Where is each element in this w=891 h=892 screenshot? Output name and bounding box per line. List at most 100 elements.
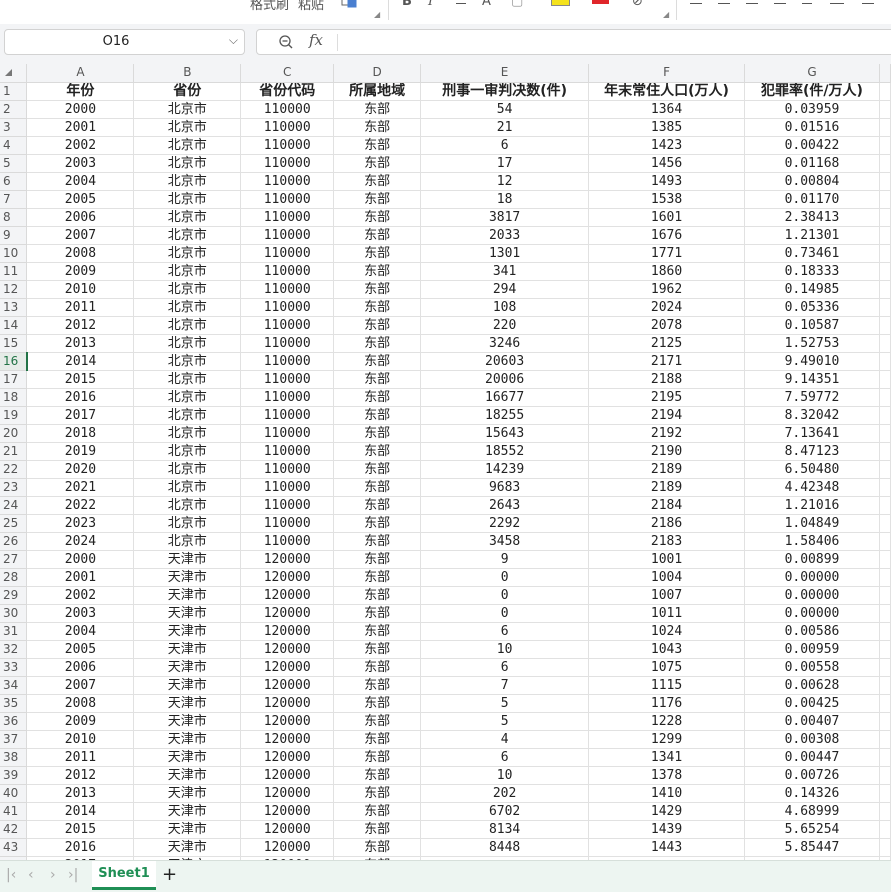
cell[interactable]: 北京市: [133, 226, 242, 245]
row-header[interactable]: 43: [0, 838, 28, 857]
column-header-g[interactable]: G: [744, 64, 880, 83]
chevron-down-icon[interactable]: ⌵: [229, 33, 238, 48]
cell[interactable]: 120000: [240, 748, 335, 767]
cell[interactable]: 120000: [240, 712, 335, 731]
cell[interactable]: [879, 244, 891, 263]
cell[interactable]: 2015: [26, 370, 135, 389]
table-row[interactable]: 34 2007 天津市 120000 东部 7 1115 0.00628: [0, 676, 891, 695]
cell[interactable]: 天津市: [133, 784, 242, 803]
cell[interactable]: 东部: [333, 136, 422, 155]
cell[interactable]: 2183: [588, 532, 746, 551]
cell[interactable]: 2008: [26, 244, 135, 263]
cell[interactable]: 4.68999: [744, 802, 880, 821]
cell[interactable]: 120000: [240, 550, 335, 569]
cell[interactable]: 1385: [588, 118, 746, 137]
cell[interactable]: 2014: [26, 352, 135, 371]
cell[interactable]: 110000: [240, 226, 335, 245]
table-row[interactable]: 15 2013 北京市 110000 东部 3246 2125 1.52753: [0, 334, 891, 353]
cell[interactable]: [879, 838, 891, 857]
font-color-a-icon[interactable]: A: [482, 0, 491, 9]
cell[interactable]: 110000: [240, 298, 335, 317]
row-header[interactable]: 35: [0, 694, 28, 713]
cell[interactable]: 1043: [588, 640, 746, 659]
cell[interactable]: 110000: [240, 280, 335, 299]
cell[interactable]: [879, 586, 891, 605]
cell[interactable]: 1676: [588, 226, 746, 245]
cell[interactable]: 东部: [333, 658, 422, 677]
cell[interactable]: 0.03959: [744, 100, 880, 119]
cell[interactable]: 0.00628: [744, 676, 880, 695]
next-sheet-icon[interactable]: ›: [50, 867, 56, 883]
cell[interactable]: 0.01516: [744, 118, 880, 137]
cell[interactable]: 18: [420, 190, 590, 209]
table-row[interactable]: 5 2003 北京市 110000 东部 17 1456 0.01168: [0, 154, 891, 173]
cell[interactable]: 东部: [333, 568, 422, 587]
cell[interactable]: 2007: [26, 226, 135, 245]
cell[interactable]: 北京市: [133, 190, 242, 209]
cell[interactable]: [879, 334, 891, 353]
cell[interactable]: 2022: [26, 496, 135, 515]
cell[interactable]: 21: [420, 118, 590, 137]
table-row[interactable]: 39 2012 天津市 120000 东部 10 1378 0.00726: [0, 766, 891, 785]
cell[interactable]: 2010: [26, 280, 135, 299]
cell[interactable]: 4.42348: [744, 478, 880, 497]
cell[interactable]: 2189: [588, 460, 746, 479]
cell[interactable]: [879, 172, 891, 191]
cell[interactable]: 110000: [240, 424, 335, 443]
cell[interactable]: 天津市: [133, 748, 242, 767]
cell[interactable]: [879, 748, 891, 767]
cell[interactable]: 2002: [26, 136, 135, 155]
cell[interactable]: 8.47123: [744, 442, 880, 461]
cell[interactable]: 2001: [26, 118, 135, 137]
table-row[interactable]: 41 2014 天津市 120000 东部 6702 1429 4.68999: [0, 802, 891, 821]
cell[interactable]: 2190: [588, 442, 746, 461]
cell[interactable]: 1443: [588, 838, 746, 857]
cell[interactable]: 5: [420, 694, 590, 713]
cell[interactable]: 北京市: [133, 370, 242, 389]
cell[interactable]: 1228: [588, 712, 746, 731]
cell[interactable]: 2186: [588, 514, 746, 533]
clipboard-group-expand-icon[interactable]: ◢: [374, 10, 380, 19]
table-row[interactable]: 42 2015 天津市 120000 东部 8134 1439 5.65254: [0, 820, 891, 839]
cell[interactable]: 110000: [240, 514, 335, 533]
cell[interactable]: 1538: [588, 190, 746, 209]
row-header[interactable]: 9: [0, 226, 28, 245]
cell[interactable]: 北京市: [133, 388, 242, 407]
table-row[interactable]: 40 2013 天津市 120000 东部 202 1410 0.14326: [0, 784, 891, 803]
table-row[interactable]: 17 2015 北京市 110000 东部 20006 2188 9.14351: [0, 370, 891, 389]
cell[interactable]: 1299: [588, 730, 746, 749]
cell[interactable]: 东部: [333, 190, 422, 209]
wrap-text-icon[interactable]: [802, 3, 812, 4]
cell[interactable]: 北京市: [133, 514, 242, 533]
table-row[interactable]: 9 2007 北京市 110000 东部 2033 1676 1.21301: [0, 226, 891, 245]
table-row[interactable]: 18 2016 北京市 110000 东部 16677 2195 7.59772: [0, 388, 891, 407]
cell[interactable]: 东部: [333, 316, 422, 335]
cell[interactable]: 110000: [240, 136, 335, 155]
cell[interactable]: [879, 154, 891, 173]
cell[interactable]: 0.00726: [744, 766, 880, 785]
cell[interactable]: 7.59772: [744, 388, 880, 407]
cell[interactable]: 2194: [588, 406, 746, 425]
row-header[interactable]: 22: [0, 460, 28, 479]
row-header[interactable]: 23: [0, 478, 28, 497]
cell[interactable]: 1860: [588, 262, 746, 281]
row-header[interactable]: 17: [0, 370, 28, 389]
cell[interactable]: 2016: [26, 388, 135, 407]
cell[interactable]: 0: [420, 604, 590, 623]
last-sheet-icon[interactable]: ›|: [68, 867, 78, 883]
cell[interactable]: 东部: [333, 208, 422, 227]
sheet-tab-sheet1[interactable]: Sheet1: [92, 861, 156, 890]
table-row[interactable]: 27 2000 天津市 120000 东部 9 1001 0.00899: [0, 550, 891, 569]
cell[interactable]: [879, 604, 891, 623]
cell[interactable]: 北京市: [133, 478, 242, 497]
row-header[interactable]: 7: [0, 190, 28, 209]
cell[interactable]: 东部: [333, 784, 422, 803]
cell[interactable]: 110000: [240, 496, 335, 515]
paste-button[interactable]: 粘贴: [298, 0, 324, 13]
cell[interactable]: 2024: [26, 532, 135, 551]
table-row[interactable]: 8 2006 北京市 110000 东部 3817 1601 2.38413: [0, 208, 891, 227]
cell[interactable]: 2014: [26, 802, 135, 821]
cell[interactable]: 110000: [240, 262, 335, 281]
cell[interactable]: 120000: [240, 622, 335, 641]
row-header[interactable]: 31: [0, 622, 28, 641]
